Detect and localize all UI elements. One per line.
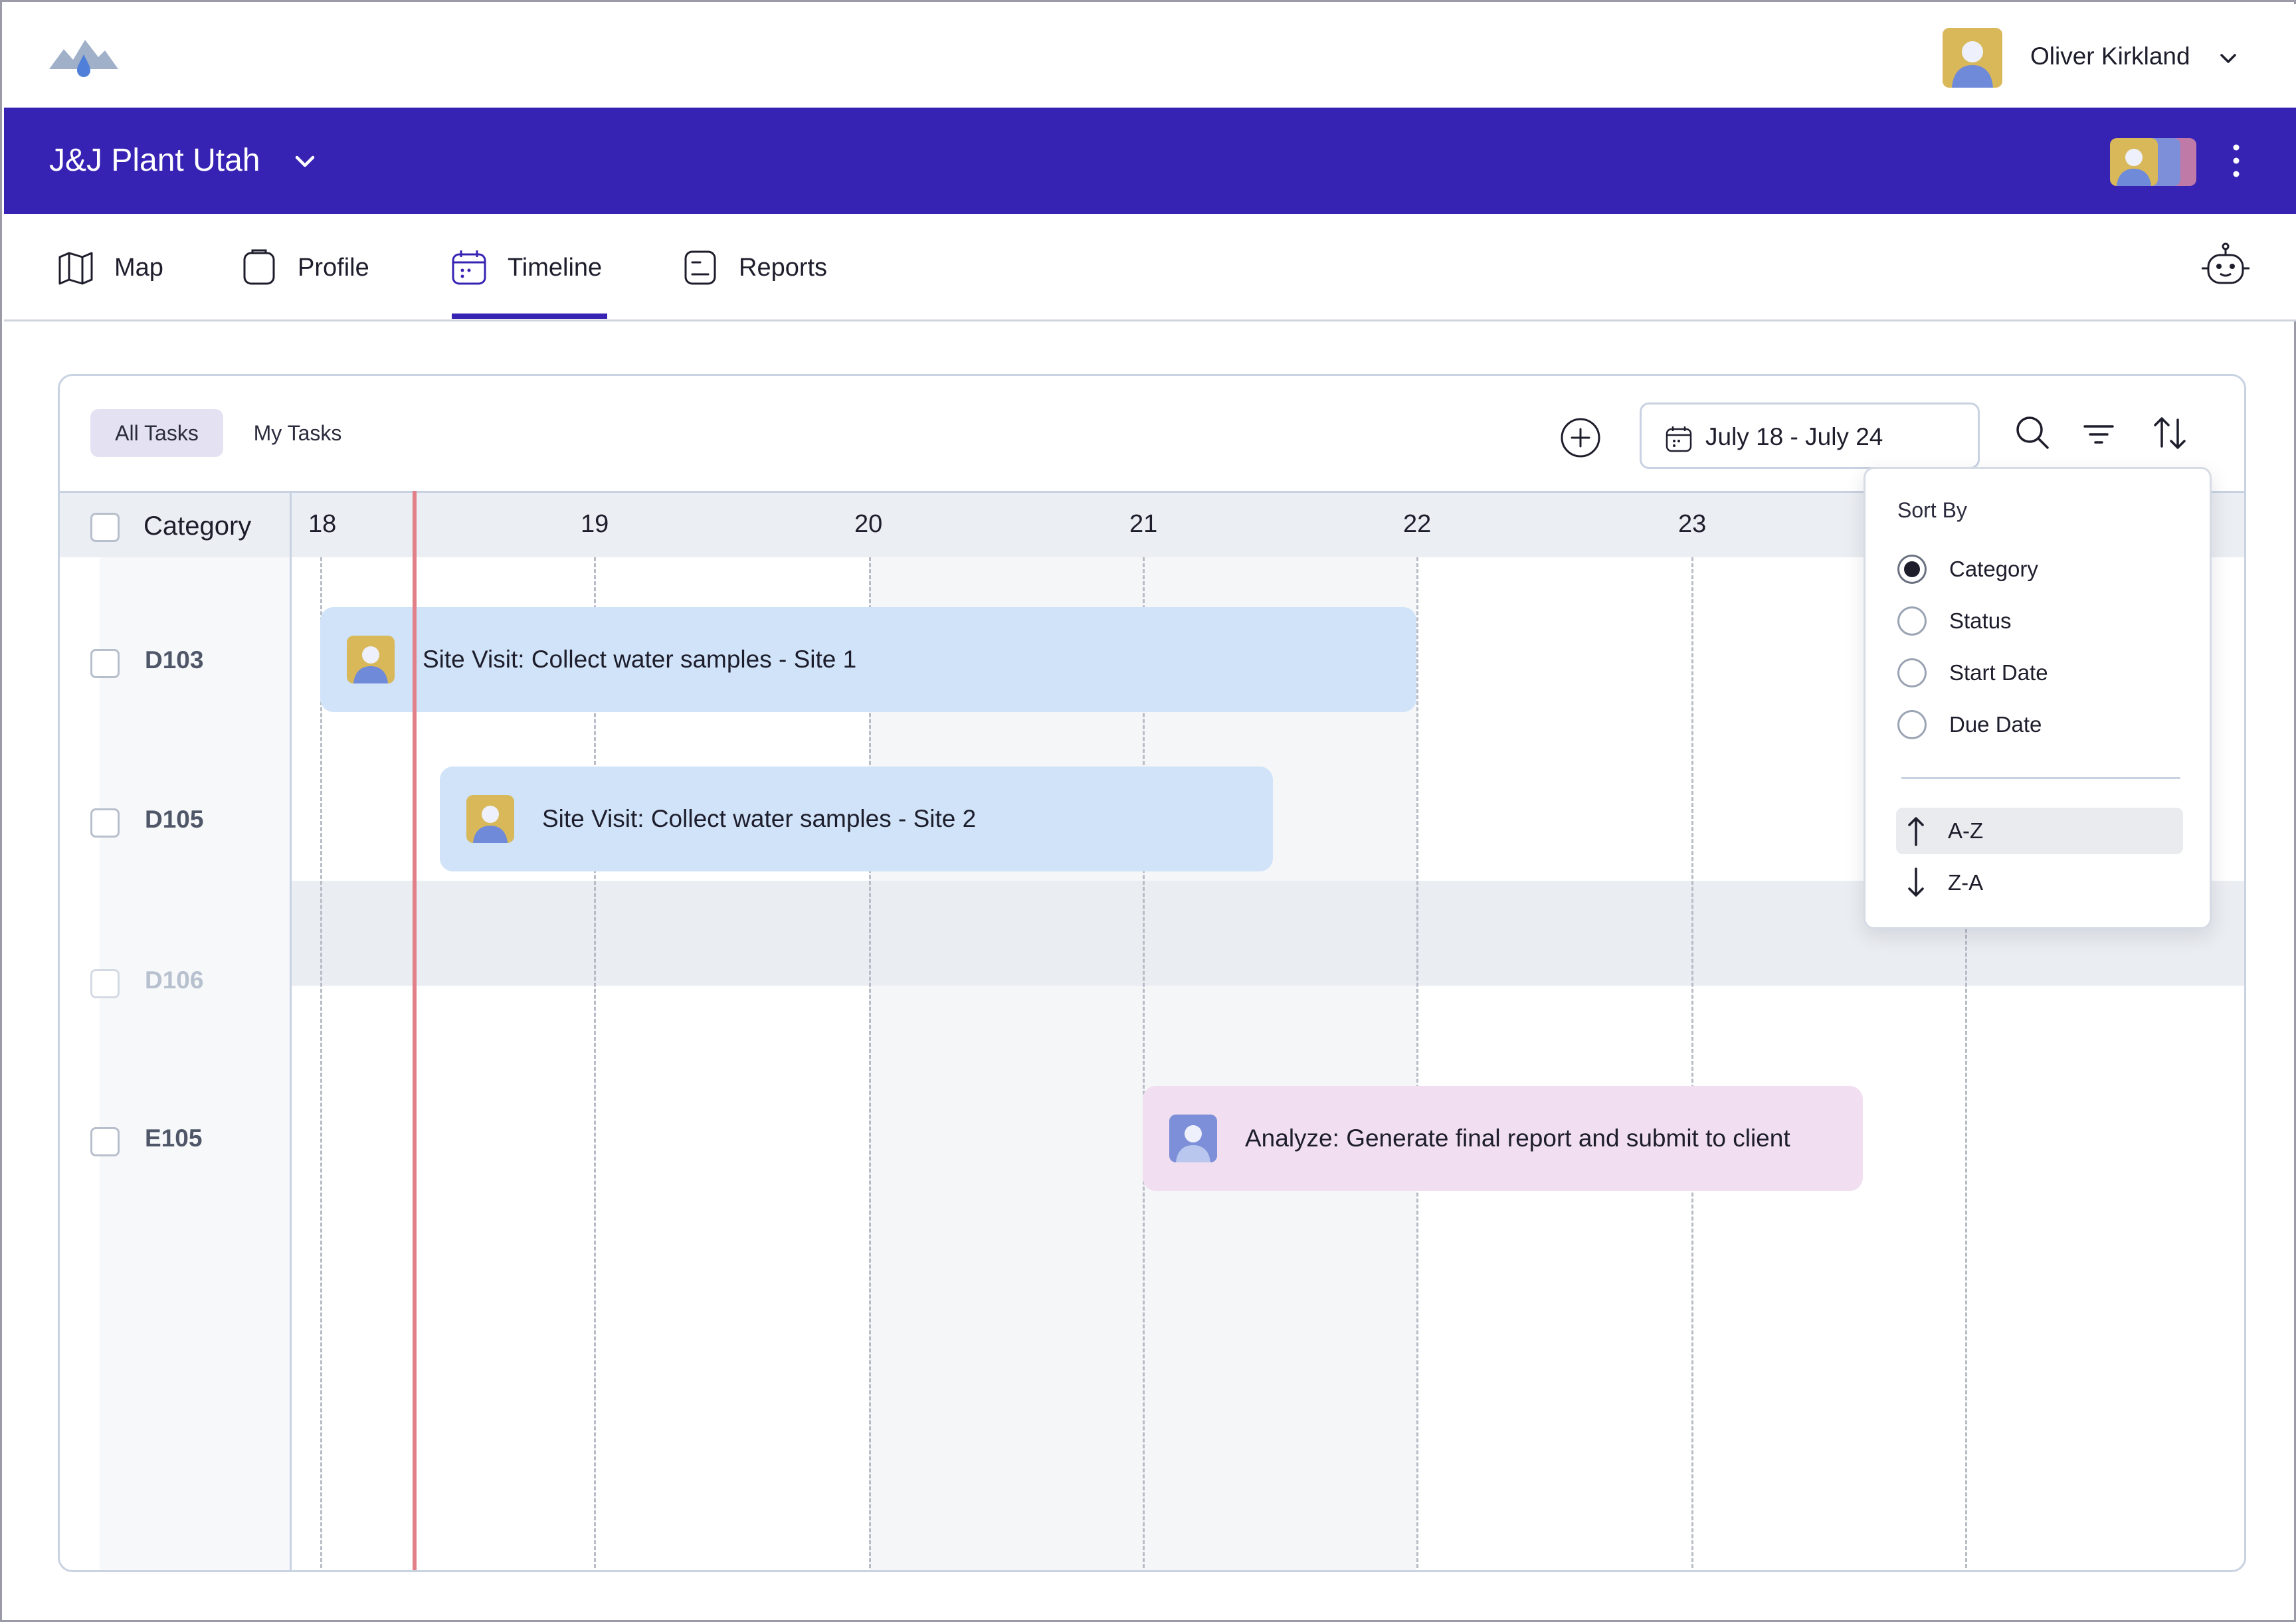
app-window: Oliver Kirkland J&J Plant Utah Map Profi… — [0, 0, 2296, 1622]
robot-icon[interactable] — [2199, 242, 2252, 291]
mountain-drop-logo-icon[interactable] — [49, 35, 118, 80]
date-range-text: July 18 - July 24 — [1705, 423, 1883, 450]
tab-map-label: Map — [114, 253, 163, 282]
top-bar: Oliver Kirkland — [4, 4, 2296, 108]
day-label: 19 — [581, 510, 609, 538]
tab-map[interactable]: Map — [56, 242, 163, 294]
filter-icon[interactable] — [2079, 416, 2118, 454]
report-icon — [684, 250, 716, 285]
tab-timeline-label: Timeline — [508, 253, 603, 282]
add-task-icon[interactable] — [1559, 416, 1602, 460]
day-gridline — [1691, 557, 1693, 1570]
arrow-up-icon — [1908, 817, 1924, 846]
sort-popover: Sort By Category Status Start Date Due D… — [1864, 467, 2212, 929]
arrow-down-icon — [1908, 867, 1924, 897]
sort-option-category[interactable]: Category — [1897, 553, 2038, 586]
task-bar[interactable]: Analyze: Generate final report and submi… — [1143, 1086, 1863, 1191]
sort-option-label: Start Date — [1949, 660, 2048, 685]
sort-descending-option[interactable]: Z-A — [1896, 859, 2183, 906]
user-avatar[interactable] — [1943, 28, 2002, 88]
category-header[interactable]: Category — [144, 511, 251, 541]
tab-timeline[interactable]: Timeline — [449, 242, 602, 294]
row-label: D106 — [145, 966, 204, 994]
day-label: 21 — [1129, 510, 1158, 538]
profile-icon — [243, 249, 275, 285]
sort-option-status[interactable]: Status — [1897, 604, 2012, 638]
map-icon — [58, 252, 93, 285]
radio-button[interactable] — [1897, 710, 1927, 739]
row-label: D103 — [145, 646, 204, 674]
radio-button[interactable] — [1897, 658, 1927, 687]
sort-option-label: Status — [1949, 608, 2012, 633]
day-gridline — [320, 557, 322, 1570]
sort-icon[interactable] — [2150, 413, 2190, 453]
sort-option-due-date[interactable]: Due Date — [1897, 708, 2042, 741]
user-name[interactable]: Oliver Kirkland — [2030, 43, 2190, 70]
popover-divider — [1901, 777, 2180, 779]
select-all-checkbox[interactable] — [90, 513, 120, 542]
sort-ascending-option[interactable]: A-Z — [1896, 808, 2183, 854]
tab-reports-label: Reports — [739, 253, 828, 282]
current-time-marker — [413, 491, 417, 1570]
row-label: E105 — [145, 1125, 203, 1152]
task-title: Site Visit: Collect water samples - Site… — [423, 646, 857, 673]
my-tasks-filter[interactable]: My Tasks — [239, 409, 356, 457]
radio-button[interactable] — [1897, 555, 1927, 584]
nav-tabs: Map Profile Timeline Reports — [4, 214, 2296, 321]
chevron-down-icon[interactable] — [2214, 44, 2243, 73]
all-tasks-filter[interactable]: All Tasks — [90, 409, 223, 457]
assignee-avatar — [1169, 1115, 1217, 1162]
column-divider — [290, 491, 292, 1570]
calendar-icon — [452, 250, 486, 285]
sort-option-start-date[interactable]: Start Date — [1897, 656, 2048, 689]
team-avatars[interactable] — [2110, 138, 2196, 186]
assignee-avatar — [347, 636, 395, 683]
sort-direction-label: A-Z — [1948, 818, 1984, 843]
sort-direction-label: Z-A — [1948, 870, 1984, 895]
task-bar[interactable]: Site Visit: Collect water samples - Site… — [320, 607, 1416, 712]
active-tab-indicator — [452, 314, 607, 319]
row-checkbox[interactable] — [90, 1127, 120, 1156]
search-icon[interactable] — [2013, 413, 2052, 452]
sort-option-label: Due Date — [1949, 712, 2042, 737]
task-title: Site Visit: Collect water samples - Site… — [542, 805, 977, 832]
day-label: 22 — [1403, 510, 1432, 538]
project-bar: J&J Plant Utah — [4, 108, 2296, 214]
project-selector[interactable]: J&J Plant Utah — [49, 142, 260, 179]
row-label: D105 — [145, 806, 204, 833]
day-label: 18 — [308, 510, 337, 538]
task-bar[interactable]: Site Visit: Collect water samples - Site… — [440, 766, 1273, 871]
row-checkbox[interactable] — [90, 808, 120, 838]
chevron-down-icon[interactable] — [288, 145, 322, 178]
assignee-avatar — [466, 795, 514, 843]
tab-reports[interactable]: Reports — [680, 242, 827, 294]
day-gridline — [1416, 557, 1418, 1570]
row-checkbox — [90, 969, 120, 998]
row-checkbox[interactable] — [90, 649, 120, 678]
date-range-picker[interactable]: July 18 - July 24 — [1640, 403, 1980, 469]
day-label: 23 — [1678, 510, 1707, 538]
radio-button[interactable] — [1897, 606, 1927, 636]
category-column — [100, 557, 291, 1570]
sort-popover-title: Sort By — [1897, 498, 1967, 522]
sort-option-label: Category — [1949, 557, 2038, 581]
tab-profile[interactable]: Profile — [239, 242, 369, 294]
task-title: Analyze: Generate final report and submi… — [1245, 1125, 1790, 1152]
tab-profile-label: Profile — [298, 253, 369, 282]
more-options-icon[interactable] — [2223, 139, 2249, 182]
day-label: 20 — [854, 510, 883, 538]
calendar-icon — [1666, 426, 1692, 452]
